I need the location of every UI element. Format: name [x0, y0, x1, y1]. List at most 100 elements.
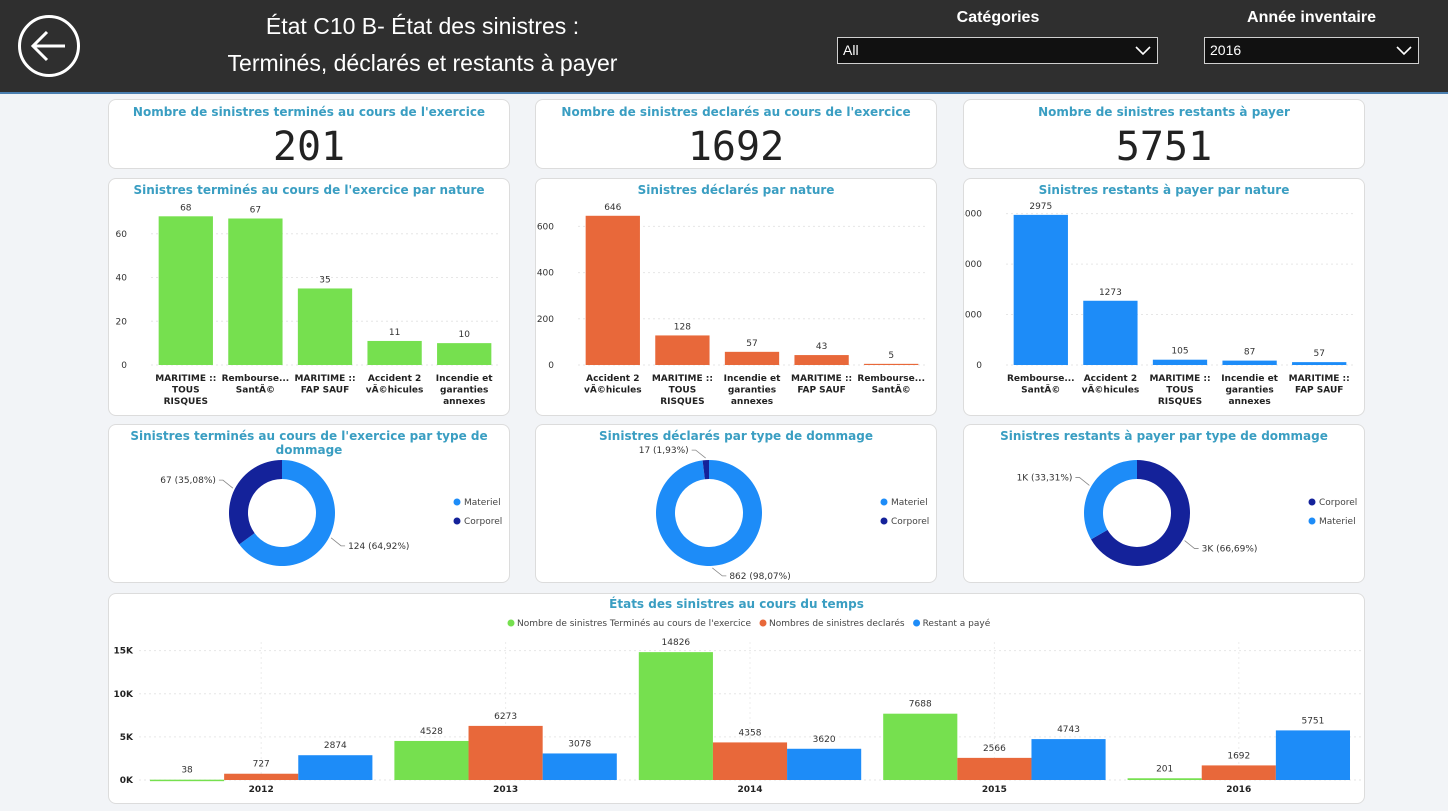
data-label: 1692 — [1227, 751, 1250, 761]
legend-marker — [507, 619, 515, 627]
bar — [1013, 214, 1068, 365]
data-label: 128 — [674, 322, 691, 332]
bar — [655, 335, 710, 365]
x-tick-label: Accident 2 vÃ©hicules — [1082, 374, 1140, 396]
categories-dropdown[interactable]: All — [837, 37, 1158, 64]
bar — [1127, 778, 1202, 780]
bar — [1152, 359, 1208, 365]
year-dropdown[interactable]: 2016 — [1204, 37, 1419, 64]
x-tick-label: Rembourse... SantÃ© — [857, 374, 925, 396]
kpi-card-restants: Nombre de sinistres restants à payer 575… — [963, 99, 1365, 170]
data-label: 5 — [888, 351, 894, 361]
data-label: 7688 — [909, 700, 932, 710]
bar — [367, 340, 422, 365]
slice-label: 124 (64,92%) — [348, 542, 409, 552]
bar — [542, 753, 617, 780]
y-tick-label: 0 — [976, 361, 982, 371]
slice-label: 862 (98,07%) — [729, 572, 790, 582]
x-tick-label: 2013 — [493, 785, 518, 795]
x-tick-label: Incendie et garanties annexes — [724, 374, 781, 407]
y-tick-label: 1000 — [964, 311, 982, 321]
data-label: 67 — [250, 205, 261, 215]
x-tick-label: MARITIME :: TOUS RISQUES — [652, 374, 713, 407]
bar — [1031, 739, 1106, 780]
kpi-title: Nombre de sinistres terminés au cours de… — [132, 105, 486, 119]
legend-label: Materiel — [464, 498, 501, 508]
data-label: 4358 — [739, 728, 762, 738]
y-tick-label: 400 — [537, 269, 554, 279]
data-label: 3078 — [568, 739, 591, 749]
legend-marker — [759, 619, 767, 627]
legend-marker — [453, 498, 461, 506]
bar-chart-termines-nature: 0 20 40 60 68MARITIME :: TOUS RISQUES 67Rembour… — [116, 203, 499, 407]
header-bar: État C10 B- État des sinistres : Terminé… — [0, 0, 1448, 94]
back-button[interactable] — [18, 15, 80, 77]
chart-card-termines-nature: Sinistres terminés au cours de l'exercic… — [108, 178, 510, 416]
legend-marker — [880, 498, 888, 506]
donut-slice — [1084, 460, 1137, 540]
data-label: 38 — [181, 766, 193, 776]
page-title-line1: État C10 B- État des sinistres : — [265, 13, 580, 39]
bar — [297, 288, 353, 365]
chart-card-restants-dommage: Sinistres restants à payer par type de d… — [963, 424, 1365, 583]
legend-label: Corporel — [464, 517, 502, 527]
x-tick-label: Incendie et garanties annexes — [436, 374, 493, 407]
data-label: 6273 — [494, 712, 517, 722]
x-tick-label: Rembourse... SantÃ© — [222, 374, 290, 396]
slice-label: 17 (1,93%) — [639, 446, 689, 456]
bar — [1292, 362, 1347, 365]
bar — [224, 773, 299, 780]
bar — [638, 652, 713, 780]
slice-label: 3K (66,69%) — [1202, 545, 1258, 555]
categories-selected-value: All — [843, 42, 859, 58]
y-tick-label: 40 — [116, 274, 128, 284]
data-label: 4528 — [420, 727, 443, 737]
y-tick-label: 10K — [114, 690, 135, 700]
x-tick-label: MARITIME :: TOUS RISQUES — [155, 374, 216, 407]
data-label: 68 — [180, 203, 192, 213]
leader-line — [330, 537, 346, 547]
x-tick-label: 2012 — [249, 785, 274, 795]
legend-label: Nombre de sinistres Terminés au cours de… — [517, 618, 751, 629]
y-tick-label: 0 — [121, 361, 127, 371]
x-tick-label: MARITIME :: FAP SAUF — [791, 374, 852, 396]
x-tick-label: 2015 — [982, 785, 1007, 795]
data-label: 11 — [389, 328, 400, 338]
kpi-title: Nombre de sinistres restants à payer — [1038, 105, 1290, 119]
data-label: 43 — [816, 342, 827, 352]
page-title: État C10 B- État des sinistres : Terminé… — [180, 8, 665, 82]
legend-label: Corporel — [1319, 498, 1357, 508]
donut-chart-restants-dommage: 3K (66,69%) 1K (33,31%) Corporel Materiel — [1017, 460, 1357, 566]
x-tick-label: 2014 — [737, 785, 762, 795]
x-tick-label: 2016 — [1226, 785, 1251, 795]
data-label: 105 — [1171, 347, 1188, 357]
x-tick-label: Incendie et garanties annexes — [1221, 374, 1278, 407]
year-selected-value: 2016 — [1210, 42, 1242, 58]
bar — [1083, 300, 1138, 365]
kpi-value: 1692 — [687, 124, 785, 170]
legend-marker — [880, 517, 888, 525]
chart-card-declares-nature: Sinistres déclarés par nature 0 200 400 600… — [535, 178, 937, 416]
kpi-card-termines: Nombre de sinistres terminés au cours de… — [108, 99, 510, 170]
leader-line — [1075, 477, 1090, 486]
bar — [298, 755, 373, 780]
legend-label: Materiel — [1319, 517, 1356, 527]
bar-chart-declares-nature: 0 200 400 600 646 Accident 2 vÃ©hicules 128 MARI… — [537, 203, 926, 407]
bar — [1201, 765, 1276, 780]
chart-card-declares-dommage: Sinistres déclarés par type de dommage 8… — [535, 424, 937, 583]
data-label: 727 — [253, 760, 270, 770]
kpi-value: 5751 — [1115, 124, 1213, 170]
data-label: 5751 — [1301, 716, 1324, 726]
bar — [724, 351, 780, 365]
legend-label: Materiel — [891, 498, 928, 508]
donut-chart-declares-dommage: 862 (98,07%) 17 (1,93%) Materiel Corporel — [639, 446, 930, 582]
data-label: 1273 — [1099, 288, 1122, 298]
y-tick-label: 0K — [120, 776, 134, 786]
chevron-down-icon — [1396, 46, 1412, 56]
data-label: 3620 — [813, 735, 836, 745]
year-label: Année inventaire — [1247, 9, 1376, 26]
legend-marker — [1308, 517, 1316, 525]
bar — [883, 713, 958, 780]
kpi-title: Nombre de sinistres declarés au cours de… — [561, 105, 911, 119]
bar — [585, 215, 640, 365]
